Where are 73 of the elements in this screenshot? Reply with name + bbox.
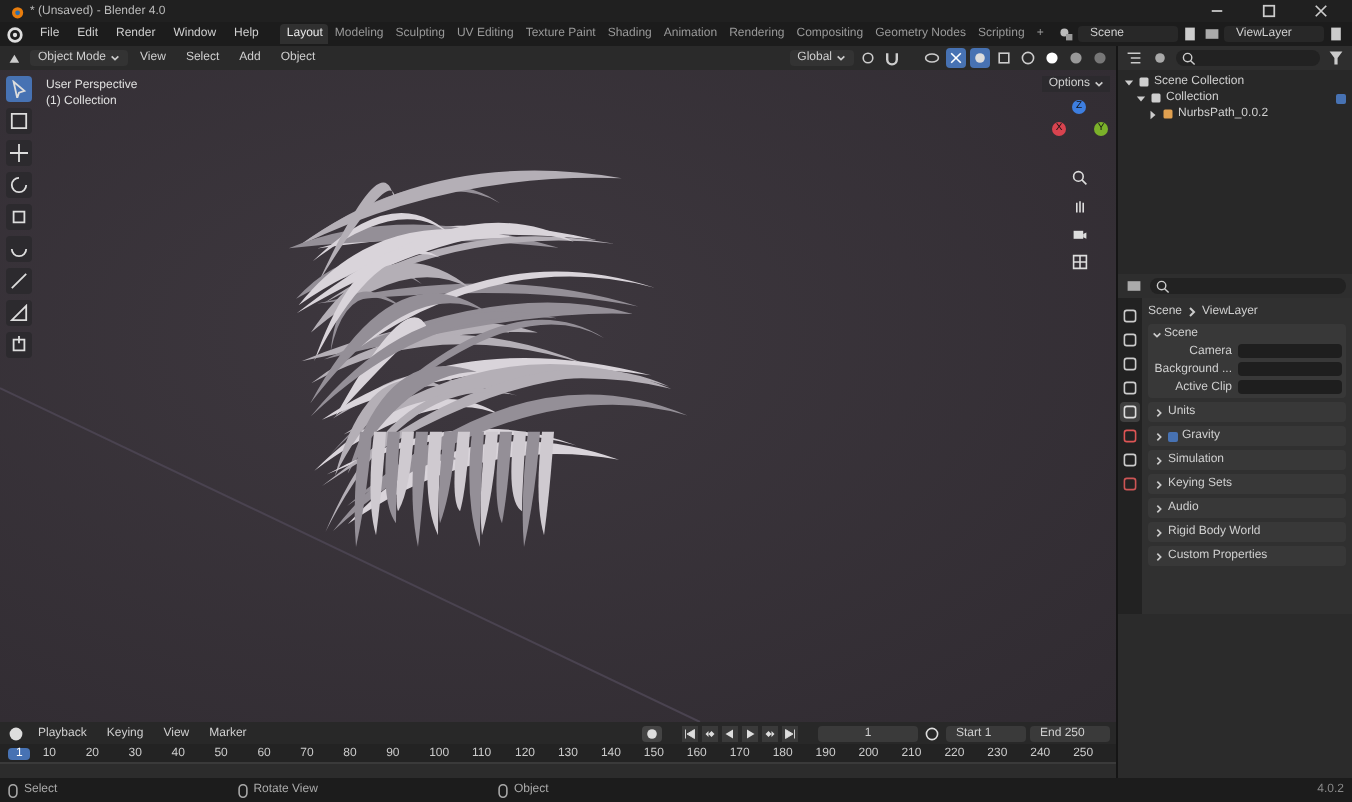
search-icon <box>1156 279 1170 293</box>
wireframe-shading-icon[interactable] <box>1018 48 1038 68</box>
document-icon[interactable] <box>1180 24 1200 44</box>
jump-start-icon[interactable] <box>682 725 698 741</box>
tool-button[interactable] <box>6 332 32 358</box>
tool-icon <box>10 144 28 162</box>
chevron-icon <box>1154 455 1164 465</box>
xray-icon[interactable] <box>994 48 1014 68</box>
tool-button[interactable] <box>6 108 32 134</box>
next-keyframe-icon[interactable] <box>762 725 778 741</box>
gizmo-icon[interactable] <box>946 48 966 68</box>
tool-icon <box>10 336 28 354</box>
properties-tab[interactable] <box>1120 378 1140 398</box>
properties-tab[interactable] <box>1120 450 1140 470</box>
caret-icon <box>110 54 121 62</box>
tool-button[interactable] <box>6 172 32 198</box>
tool-button[interactable] <box>6 268 32 294</box>
document-icon[interactable] <box>1326 24 1346 44</box>
expand-arrow-icon[interactable] <box>1124 77 1134 87</box>
mouse-icon <box>8 783 18 797</box>
scene-icon[interactable] <box>1056 24 1076 44</box>
expand-arrow-icon[interactable] <box>1148 109 1158 119</box>
object-field[interactable] <box>1238 380 1342 394</box>
properties-tab[interactable] <box>1120 354 1140 374</box>
jump-end-icon[interactable] <box>782 725 798 741</box>
material-shading-icon[interactable] <box>1066 48 1086 68</box>
search-field[interactable] <box>1150 278 1346 294</box>
include-checkbox[interactable] <box>1336 93 1346 103</box>
record-button[interactable] <box>642 725 662 741</box>
pivot-icon[interactable] <box>858 48 878 68</box>
chevron-icon <box>1154 551 1164 561</box>
display-mode-icon[interactable] <box>1150 48 1170 68</box>
chevron-icon <box>1154 407 1164 417</box>
play-reverse-icon[interactable] <box>722 725 738 741</box>
properties-tab[interactable] <box>1120 306 1140 326</box>
app-logo-icon <box>8 3 24 19</box>
chevron-icon <box>1154 431 1164 441</box>
chevron-icon <box>1154 527 1164 537</box>
timeline-track[interactable] <box>0 762 1116 778</box>
chevron-icon <box>1152 329 1162 339</box>
checkbox[interactable] <box>1168 431 1178 441</box>
tool-button[interactable] <box>6 76 32 102</box>
search-field[interactable] <box>1176 50 1320 66</box>
tool-button[interactable] <box>6 300 32 326</box>
rendered-shading-icon[interactable] <box>1090 48 1110 68</box>
expand-arrow-icon[interactable] <box>1136 93 1146 103</box>
grid-icon[interactable] <box>1070 252 1090 272</box>
previous-keyframe-icon[interactable] <box>702 725 718 741</box>
properties-tab[interactable] <box>1120 330 1140 350</box>
play-icon[interactable] <box>742 725 758 741</box>
object-field[interactable] <box>1238 344 1342 358</box>
mouse-icon <box>497 783 508 797</box>
chevron-icon <box>1154 479 1164 489</box>
hand-icon[interactable] <box>1070 196 1090 216</box>
solid-shading-icon[interactable] <box>1042 48 1062 68</box>
editor-type-icon[interactable] <box>1124 276 1144 296</box>
tool-button[interactable] <box>6 140 32 166</box>
tool-button[interactable] <box>6 204 32 230</box>
chevron-icon <box>1188 305 1197 317</box>
magnet-icon[interactable] <box>882 48 902 68</box>
zoom-icon[interactable] <box>1070 168 1090 188</box>
visibility-icon[interactable] <box>922 48 942 68</box>
mouse-icon <box>237 783 248 797</box>
object-field[interactable] <box>1238 362 1342 376</box>
caret-icon <box>836 54 846 62</box>
search-icon <box>1182 51 1196 65</box>
overlay-icon[interactable] <box>970 48 990 68</box>
caret-icon <box>1094 80 1104 88</box>
outliner-icon[interactable] <box>1124 48 1144 68</box>
stopwatch-icon[interactable] <box>922 723 942 743</box>
chevron-icon <box>1154 503 1164 513</box>
image-stack-icon[interactable] <box>1202 24 1222 44</box>
tool-button[interactable] <box>6 236 32 262</box>
